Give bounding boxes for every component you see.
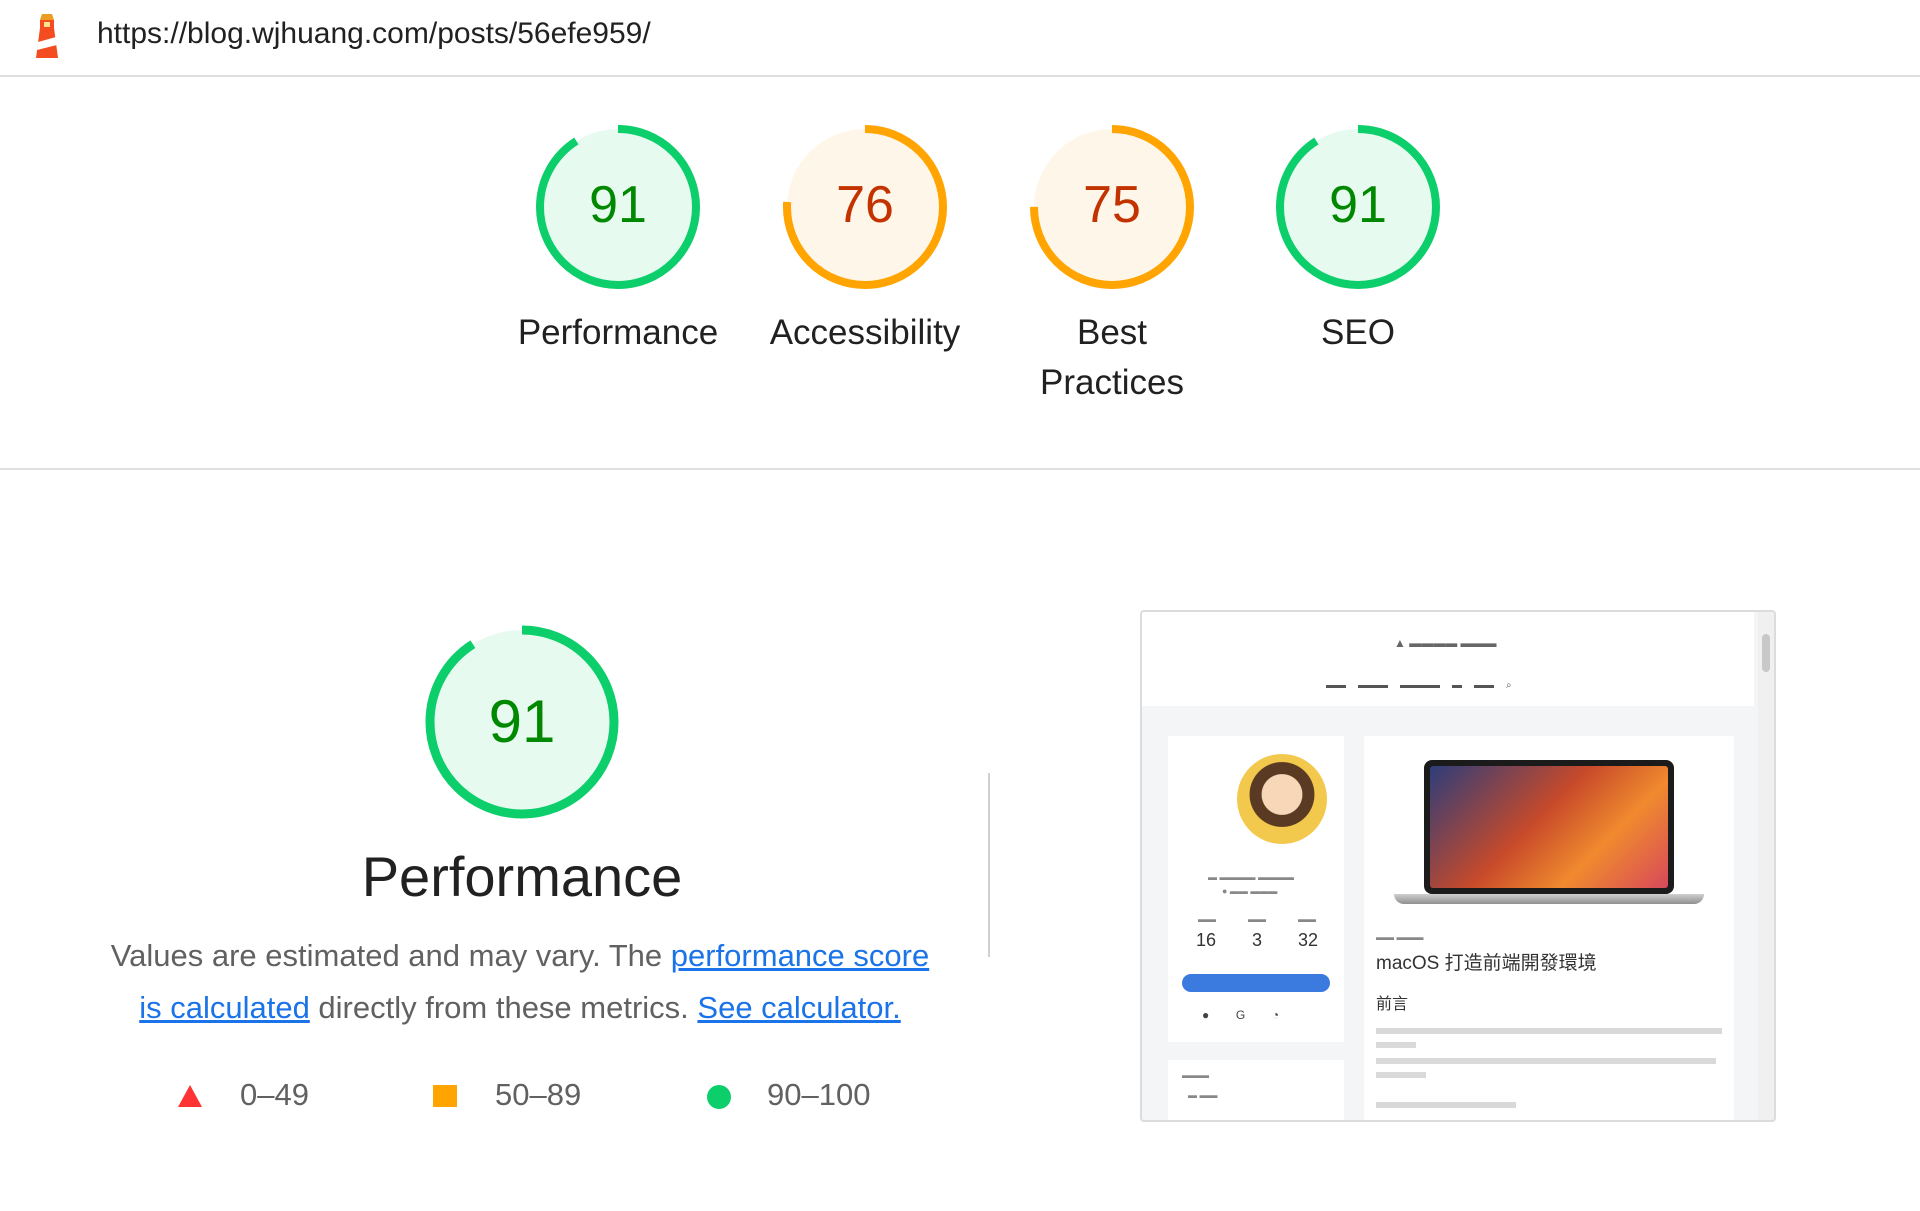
toc-card: ▬▬▬ ▬ ▬▬ bbox=[1168, 1060, 1344, 1120]
final-screenshot[interactable]: ▲ ▬▬▬▬ ▬▬▬ ▬▬ ▬▬▬ ▬▬▬▬ ▬ ▬▬ ⌕ ▬ ▬▬▬▬ ▬▬▬▬ ● ▬… bbox=[1140, 610, 1776, 1122]
site-logo: ▲ ▬▬▬▬ ▬▬▬ bbox=[1394, 636, 1497, 650]
performance-score-gauge: 91 bbox=[425, 625, 619, 819]
toc-text: ▬▬▬ bbox=[1182, 1070, 1209, 1080]
post-meta: ▬▬ ▬▬▬ bbox=[1376, 932, 1424, 942]
text-line bbox=[1376, 1042, 1416, 1048]
legend-range: 0–49 bbox=[240, 1077, 309, 1112]
post-section-heading: 前言 bbox=[1376, 996, 1409, 1013]
see-calculator-link[interactable]: See calculator. bbox=[697, 990, 900, 1025]
description-text: Values are estimated and may vary. The bbox=[110, 938, 671, 973]
stat-label: ▬▬ bbox=[1198, 914, 1216, 924]
legend-fail: 0–49 bbox=[178, 1075, 309, 1115]
performance-title: Performance bbox=[361, 845, 683, 908]
stat-value: 3 bbox=[1252, 930, 1263, 950]
score-ring: 76 bbox=[783, 125, 947, 289]
text-line bbox=[1376, 1028, 1722, 1034]
score-ring: 91 bbox=[536, 125, 700, 289]
circle-icon bbox=[707, 1085, 731, 1109]
stat-value: 16 bbox=[1196, 930, 1217, 950]
description-text: directly from these metrics. bbox=[309, 990, 698, 1025]
score-ring: 75 bbox=[1030, 125, 1194, 289]
scrollbar[interactable] bbox=[1758, 612, 1774, 1120]
performance-score-value: 91 bbox=[489, 688, 556, 755]
score-value: 91 bbox=[589, 176, 647, 234]
category-gauges: 91 Performance 76 Accessibility 75 Best … bbox=[0, 76, 1920, 470]
avatar bbox=[1237, 754, 1327, 844]
profile-subtitle: ▬ ▬▬▬▬ ▬▬▬▬ bbox=[1208, 872, 1295, 882]
profile-location: ● ▬▬ ▬▬▬ bbox=[1222, 886, 1278, 896]
toc-text: ▬ ▬▬ bbox=[1188, 1090, 1218, 1100]
text-line bbox=[1376, 1102, 1516, 1108]
post-title: macOS 打造前端開發環境 bbox=[1376, 953, 1597, 974]
gauge-label: SEO bbox=[1321, 313, 1395, 352]
legend-range: 90–100 bbox=[767, 1077, 871, 1112]
legend-average: 50–89 bbox=[433, 1075, 581, 1115]
screenshot-site-header: ▲ ▬▬▬▬ ▬▬▬ ▬▬ ▬▬▬ ▬▬▬▬ ▬ ▬▬ ⌕ bbox=[1142, 612, 1754, 706]
score-value: 75 bbox=[1083, 176, 1141, 234]
post-cover-image bbox=[1394, 760, 1704, 910]
stat-label: ▬▬ bbox=[1298, 914, 1316, 924]
follow-button bbox=[1182, 974, 1330, 992]
lighthouse-icon bbox=[36, 14, 58, 58]
page-url[interactable]: https://blog.wjhuang.com/posts/56efe959/ bbox=[97, 14, 651, 54]
triangle-icon bbox=[178, 1085, 202, 1107]
gauge-seo[interactable]: 91 SEO bbox=[1248, 122, 1468, 358]
gauge-label: Accessibility bbox=[769, 313, 961, 352]
gauge-accessibility[interactable]: 76 Accessibility bbox=[755, 122, 975, 358]
score-value: 91 bbox=[1329, 176, 1387, 234]
scrollbar-thumb[interactable] bbox=[1762, 634, 1770, 672]
divider bbox=[988, 773, 990, 957]
site-nav: ▬▬ ▬▬▬ ▬▬▬▬ ▬ ▬▬ ⌕ bbox=[1326, 680, 1512, 691]
stat-label: ▬▬ bbox=[1248, 914, 1266, 924]
social-icons: ● G ◔ bbox=[1202, 1008, 1280, 1022]
text-line bbox=[1376, 1072, 1426, 1078]
stat-value: 32 bbox=[1298, 930, 1319, 950]
gauge-best-practices[interactable]: 75 Best Practices bbox=[1002, 122, 1222, 408]
score-ring: 91 bbox=[1276, 125, 1440, 289]
gauge-label: Performance bbox=[517, 313, 719, 352]
gauge-performance[interactable]: 91 Performance bbox=[508, 122, 728, 358]
legend-pass: 90–100 bbox=[707, 1075, 870, 1115]
score-value: 76 bbox=[836, 176, 894, 234]
profile-card: ▬ ▬▬▬▬ ▬▬▬▬ ● ▬▬ ▬▬▬ ▬▬ ▬▬ ▬▬ 16 3 32 ● … bbox=[1168, 736, 1344, 1042]
report-header: https://blog.wjhuang.com/posts/56efe959/ bbox=[0, 0, 1920, 77]
post-card: ▬▬ ▬▬▬ macOS 打造前端開發環境 前言 bbox=[1364, 736, 1734, 1120]
text-line bbox=[1376, 1058, 1716, 1064]
square-icon bbox=[433, 1085, 457, 1107]
performance-description: Values are estimated and may vary. The p… bbox=[110, 930, 930, 1034]
legend-range: 50–89 bbox=[495, 1077, 582, 1112]
gauge-label: Best Practices bbox=[1040, 313, 1184, 402]
